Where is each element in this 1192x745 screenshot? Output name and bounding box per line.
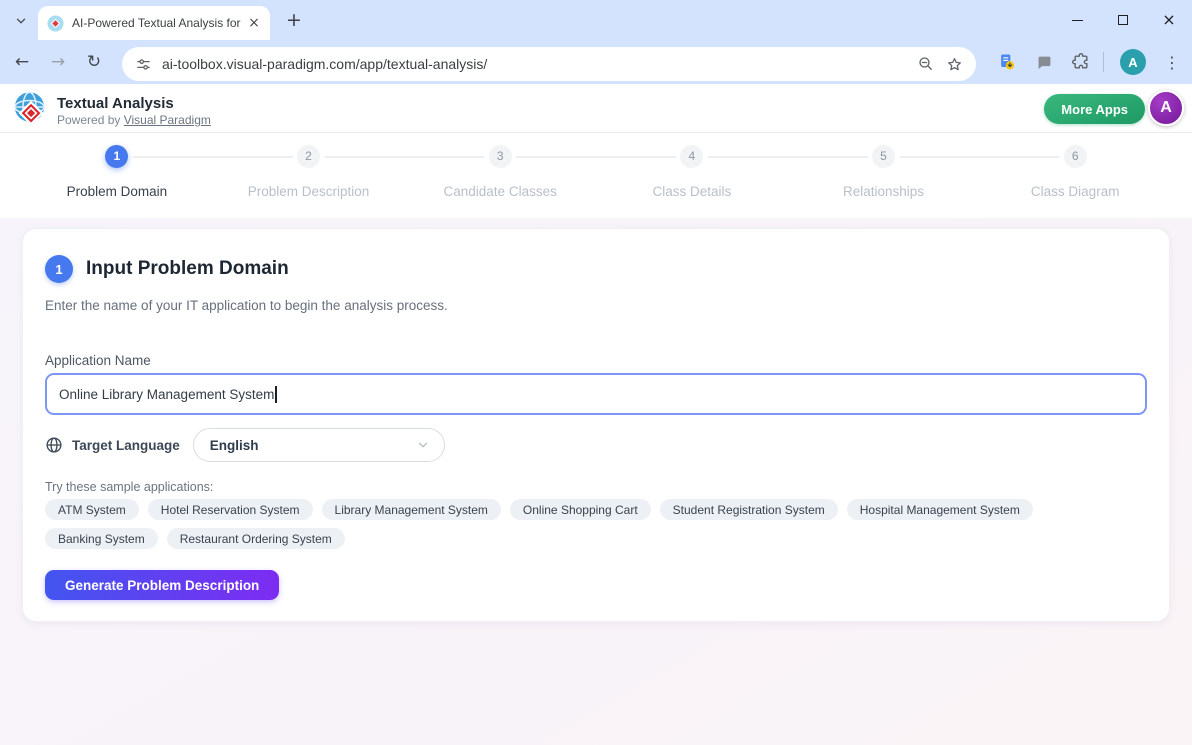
window-controls: ×: [1054, 0, 1192, 40]
step-number: 4: [680, 145, 703, 168]
close-icon: ×: [1162, 12, 1175, 28]
target-language-label: Target Language: [72, 438, 180, 453]
target-language-value: English: [210, 438, 259, 453]
site-info-button[interactable]: [130, 51, 156, 77]
address-bar[interactable]: ai-toolbox.visual-paradigm.com/app/textu…: [122, 47, 976, 81]
sample-chip-hospital-management-system[interactable]: Hospital Management System: [847, 499, 1033, 520]
step-label: Problem Domain: [21, 184, 213, 199]
sample-applications: ATM System Hotel Reservation System Libr…: [45, 499, 1147, 549]
powered-by-prefix: Powered by: [57, 113, 124, 127]
step-problem-description[interactable]: 2 Problem Description: [213, 145, 405, 218]
step-class-details[interactable]: 4 Class Details: [596, 145, 788, 218]
more-apps-button[interactable]: More Apps: [1044, 94, 1145, 124]
application-name-value: Online Library Management System: [59, 387, 274, 402]
browser-tab[interactable]: AI-Powered Textual Analysis for ×: [38, 6, 270, 40]
toolbar-separator: [1103, 52, 1104, 72]
page-title: Input Problem Domain: [86, 258, 289, 280]
document-download-icon: [997, 52, 1017, 72]
minimize-icon: [1072, 20, 1083, 21]
page-content: 1 Input Problem Domain Enter the name of…: [0, 218, 1192, 745]
sample-chip-restaurant-ordering-system[interactable]: Restaurant Ordering System: [167, 528, 345, 549]
step-label: Problem Description: [213, 184, 405, 199]
site-info-icon: [135, 56, 152, 73]
step-problem-domain[interactable]: 1 Problem Domain: [21, 145, 213, 218]
extension-docs-button[interactable]: [993, 48, 1021, 76]
maximize-button[interactable]: [1100, 0, 1146, 40]
reload-button[interactable]: ↻: [79, 47, 109, 77]
text-caret: [275, 386, 276, 403]
zoom-button[interactable]: [912, 50, 940, 78]
url-text[interactable]: ai-toolbox.visual-paradigm.com/app/textu…: [162, 56, 912, 72]
browser-menu-button[interactable]: ⋮: [1158, 48, 1186, 76]
step-number: 2: [297, 145, 320, 168]
wizard-stepper: 1 Problem Domain 2 Problem Description 3…: [0, 133, 1192, 218]
extension-chat-button[interactable]: [1030, 48, 1058, 76]
target-language-row: Target Language English: [45, 428, 1147, 462]
input-problem-domain-card: 1 Input Problem Domain Enter the name of…: [22, 228, 1170, 622]
chevron-down-icon: [416, 438, 430, 452]
step-label: Candidate Classes: [404, 184, 596, 199]
star-icon: [945, 55, 964, 74]
bookmark-button[interactable]: [940, 50, 968, 78]
tab-search-button[interactable]: [9, 9, 33, 33]
sample-chip-banking-system[interactable]: Banking System: [45, 528, 158, 549]
globe-icon: [45, 436, 63, 454]
forward-button[interactable]: →: [43, 47, 73, 77]
close-window-button[interactable]: ×: [1146, 0, 1192, 40]
maximize-icon: [1118, 15, 1128, 25]
sample-chip-student-registration-system[interactable]: Student Registration System: [660, 499, 838, 520]
extensions-button[interactable]: [1067, 48, 1095, 76]
browser-window: AI-Powered Textual Analysis for × + × ← …: [0, 0, 1192, 745]
chat-bubble-icon: [1035, 53, 1054, 72]
target-language-select[interactable]: English: [193, 428, 445, 462]
sample-chip-hotel-reservation-system[interactable]: Hotel Reservation System: [148, 499, 313, 520]
application-name-input[interactable]: Online Library Management System: [45, 373, 1147, 415]
browser-profile-button[interactable]: A: [1120, 49, 1146, 75]
generate-problem-description-button[interactable]: Generate Problem Description: [45, 570, 279, 600]
browser-titlebar: AI-Powered Textual Analysis for × + ×: [0, 0, 1192, 40]
app-title-block: Textual Analysis Powered by Visual Parad…: [57, 95, 211, 127]
user-avatar[interactable]: A: [1148, 90, 1184, 126]
powered-by: Powered by Visual Paradigm: [57, 113, 211, 127]
step-candidate-classes[interactable]: 3 Candidate Classes: [404, 145, 596, 218]
minimize-button[interactable]: [1054, 0, 1100, 40]
back-button[interactable]: ←: [7, 47, 37, 77]
step-label: Class Diagram: [979, 184, 1171, 199]
page-description: Enter the name of your IT application to…: [45, 298, 1147, 313]
visual-paradigm-logo-icon: [11, 90, 48, 127]
tab-favicon-icon: [47, 15, 64, 32]
step-label: Class Details: [596, 184, 788, 199]
zoom-out-icon: [917, 55, 935, 73]
sample-chip-atm-system[interactable]: ATM System: [45, 499, 139, 520]
step-number: 6: [1064, 145, 1087, 168]
step-number: 1: [105, 145, 128, 168]
application-name-label: Application Name: [45, 353, 1147, 368]
app-title: Textual Analysis: [57, 95, 211, 112]
card-heading: 1 Input Problem Domain: [45, 255, 1147, 283]
puzzle-icon: [1071, 52, 1091, 72]
step-relationships[interactable]: 5 Relationships: [788, 145, 980, 218]
sample-chip-online-shopping-cart[interactable]: Online Shopping Cart: [510, 499, 651, 520]
step-badge: 1: [45, 255, 73, 283]
chevron-down-icon: [14, 14, 28, 28]
tab-title: AI-Powered Textual Analysis for: [72, 16, 245, 30]
tab-close-icon[interactable]: ×: [245, 14, 263, 32]
step-label: Relationships: [788, 184, 980, 199]
step-number: 3: [489, 145, 512, 168]
step-class-diagram[interactable]: 6 Class Diagram: [979, 145, 1171, 218]
visual-paradigm-link[interactable]: Visual Paradigm: [124, 113, 211, 127]
sample-chip-library-management-system[interactable]: Library Management System: [322, 499, 501, 520]
new-tab-button[interactable]: +: [282, 8, 306, 32]
step-number: 5: [872, 145, 895, 168]
samples-label: Try these sample applications:: [45, 480, 1147, 494]
